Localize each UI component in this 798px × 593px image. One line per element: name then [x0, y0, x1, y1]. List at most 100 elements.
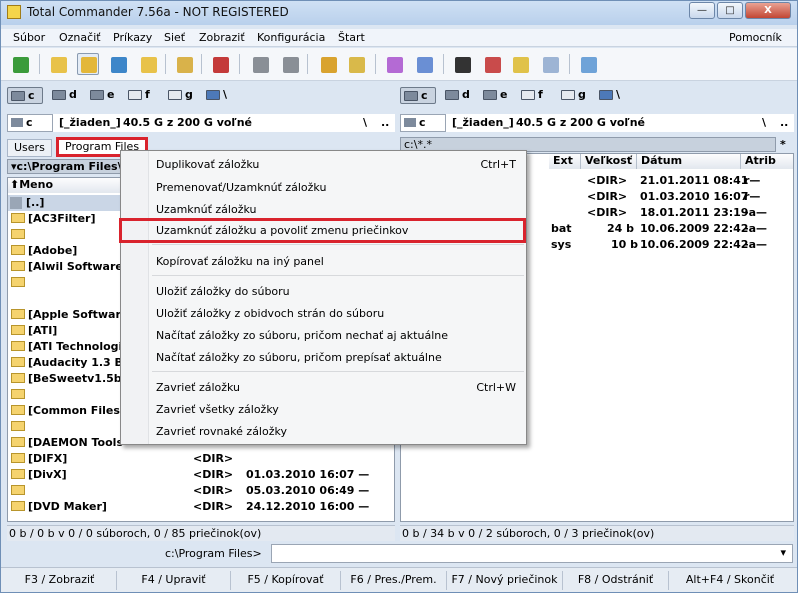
f6-move-button[interactable]: F6 / Pres./Prem. [341, 571, 447, 590]
right-volume-label: [_žiaden_] [452, 116, 514, 129]
tree-view-button[interactable] [137, 53, 159, 75]
right-header-size[interactable]: Veľkosť [581, 154, 637, 169]
left-drive-e[interactable]: e [87, 87, 119, 104]
list-item[interactable] [8, 419, 28, 435]
menu-item-load-replace[interactable]: Načítať záložky zo súboru, pričom prepís… [156, 348, 516, 368]
forward-button[interactable] [279, 53, 301, 75]
notepad-button[interactable] [577, 53, 599, 75]
list-item[interactable]: [AC3Filter] [8, 211, 96, 227]
icons-view-button[interactable] [47, 53, 69, 75]
list-item[interactable] [8, 275, 28, 291]
left-drive-combo[interactable]: c [7, 114, 53, 132]
search-button[interactable] [451, 53, 473, 75]
left-network-root[interactable]: \ [203, 87, 235, 104]
menu-konfiguracia[interactable]: Konfigurácia [257, 31, 325, 44]
list-item[interactable]: [ATI Technologie [8, 339, 130, 355]
list-item[interactable]: [DVD Maker] <DIR> 24.12.2010 16:00 — [8, 499, 394, 515]
refresh-button[interactable] [9, 53, 31, 75]
left-drive-c[interactable]: c [7, 87, 43, 104]
f5-copy-button[interactable]: F5 / Kopírovať [231, 571, 341, 590]
menu-siet[interactable]: Sieť [164, 31, 185, 44]
unpack-button[interactable] [345, 53, 367, 75]
file-name: [BeSweetv1.5b3 [28, 372, 130, 385]
folder-icon [11, 357, 25, 367]
right-drive-f[interactable]: f [518, 87, 550, 104]
left-up-button[interactable]: .. [381, 116, 389, 129]
left-root-button[interactable]: \ [363, 116, 367, 129]
list-item[interactable]: [Adobe] [8, 243, 77, 259]
list-item[interactable]: [DIFX] <DIR> [8, 451, 394, 467]
list-item[interactable]: [DivX] <DIR> 01.03.2010 16:07 — [8, 467, 394, 483]
altf4-exit-button[interactable]: Alt+F4 / Skončiť [669, 571, 791, 590]
right-drive-g[interactable]: g [558, 87, 590, 104]
menu-oznacit[interactable]: Označiť [59, 31, 101, 44]
command-line-input[interactable]: ▾ [271, 544, 793, 563]
f8-delete-button[interactable]: F8 / Odstrániť [563, 571, 669, 590]
right-drive-combo[interactable]: c [400, 114, 446, 132]
ftp-button[interactable] [383, 53, 405, 75]
list-item[interactable]: <DIR> 05.03.2010 06:49 — [8, 483, 394, 499]
pack-button[interactable] [317, 53, 339, 75]
compare-button[interactable] [539, 53, 561, 75]
menu-pomocnik[interactable]: Pomocník [729, 31, 782, 44]
f7-newfolder-button[interactable]: F7 / Nový priečinok [447, 571, 563, 590]
menu-item-copy-to-other-panel[interactable]: Kopírovať záložku na iný panel [156, 252, 516, 272]
list-item[interactable] [8, 227, 28, 243]
menu-subor[interactable]: Súbor [13, 31, 45, 44]
menu-item-close-same-tabs[interactable]: Zavrieť rovnaké záložky [156, 422, 516, 442]
close-button[interactable]: X [745, 2, 791, 19]
menu-item-duplicate-tab[interactable]: Duplikovať záložku Ctrl+T [156, 155, 516, 175]
list-item[interactable]: [Common Files] [8, 403, 125, 419]
left-drive-d[interactable]: d [49, 87, 81, 104]
list-item[interactable]: [Alwil Software] [8, 259, 128, 275]
file-attr: -a— [744, 222, 767, 235]
right-drive-c[interactable]: c [400, 87, 436, 104]
right-drive-d[interactable]: d [442, 87, 474, 104]
drive-label: c [421, 89, 428, 102]
menu-item-close-all-tabs[interactable]: Zavrieť všetky záložky [156, 400, 516, 420]
url-button[interactable] [413, 53, 435, 75]
select-all-button[interactable] [209, 53, 231, 75]
right-header-attr[interactable]: Atrib [741, 154, 793, 169]
list-item[interactable]: [Apple Software [8, 307, 128, 323]
menu-item-save-both-tabs[interactable]: Uložiť záložky z obidvoch strán do súbor… [156, 304, 516, 324]
invert-selection-button[interactable] [173, 53, 195, 75]
ftp-icon [387, 57, 403, 73]
unpack-icon [349, 57, 365, 73]
chevron-down-icon[interactable]: ▾ [780, 546, 786, 559]
toolbar-separator [569, 54, 570, 74]
back-button[interactable] [249, 53, 271, 75]
tab-users[interactable]: Users [7, 139, 52, 157]
right-header-ext[interactable]: Ext [549, 154, 581, 169]
f3-view-button[interactable]: F3 / Zobraziť [3, 571, 117, 590]
maximize-button[interactable]: □ [717, 2, 743, 19]
menu-item-save-tabs[interactable]: Uložiť záložky do súboru [156, 282, 516, 302]
thumbnail-view-button[interactable] [107, 53, 129, 75]
list-item[interactable]: [ATI] [8, 323, 57, 339]
menu-prikazy[interactable]: Príkazy [113, 31, 152, 44]
f4-edit-button[interactable]: F4 / Upraviť [117, 571, 231, 590]
right-drive-e[interactable]: e [480, 87, 512, 104]
menu-item-close-tab[interactable]: Zavrieť záložku Ctrl+W [156, 378, 516, 398]
right-header-date[interactable]: Dátum [637, 154, 741, 169]
left-drive-g[interactable]: g [165, 87, 197, 104]
sync-dirs-button[interactable] [509, 53, 531, 75]
brief-view-button[interactable] [77, 53, 99, 75]
multi-rename-button[interactable] [481, 53, 503, 75]
menu-start[interactable]: Štart [338, 31, 365, 44]
list-item[interactable] [8, 387, 28, 403]
menu-item-lock-tab[interactable]: Uzamknúť záložku [156, 200, 516, 220]
right-star-button[interactable]: * [780, 138, 786, 151]
list-item[interactable]: [BeSweetv1.5b3 [8, 371, 129, 387]
right-up-button[interactable]: .. [780, 116, 788, 129]
right-root-button[interactable]: \ [762, 116, 766, 129]
menu-zobrazit[interactable]: Zobraziť [199, 31, 245, 44]
list-item[interactable]: [Audacity 1.3 Be [8, 355, 130, 371]
right-network-root[interactable]: \ [596, 87, 628, 104]
menu-item-rename-tab[interactable]: Premenovať/Uzamknúť záložku [156, 178, 516, 198]
menu-item-load-keep[interactable]: Načítať záložky zo súboru, pričom nechať… [156, 326, 516, 346]
left-drive-f[interactable]: f [125, 87, 157, 104]
file-name: [Apple Software [28, 308, 129, 321]
list-item[interactable]: [DAEMON Tools [8, 435, 123, 451]
minimize-button[interactable]: — [689, 2, 715, 19]
